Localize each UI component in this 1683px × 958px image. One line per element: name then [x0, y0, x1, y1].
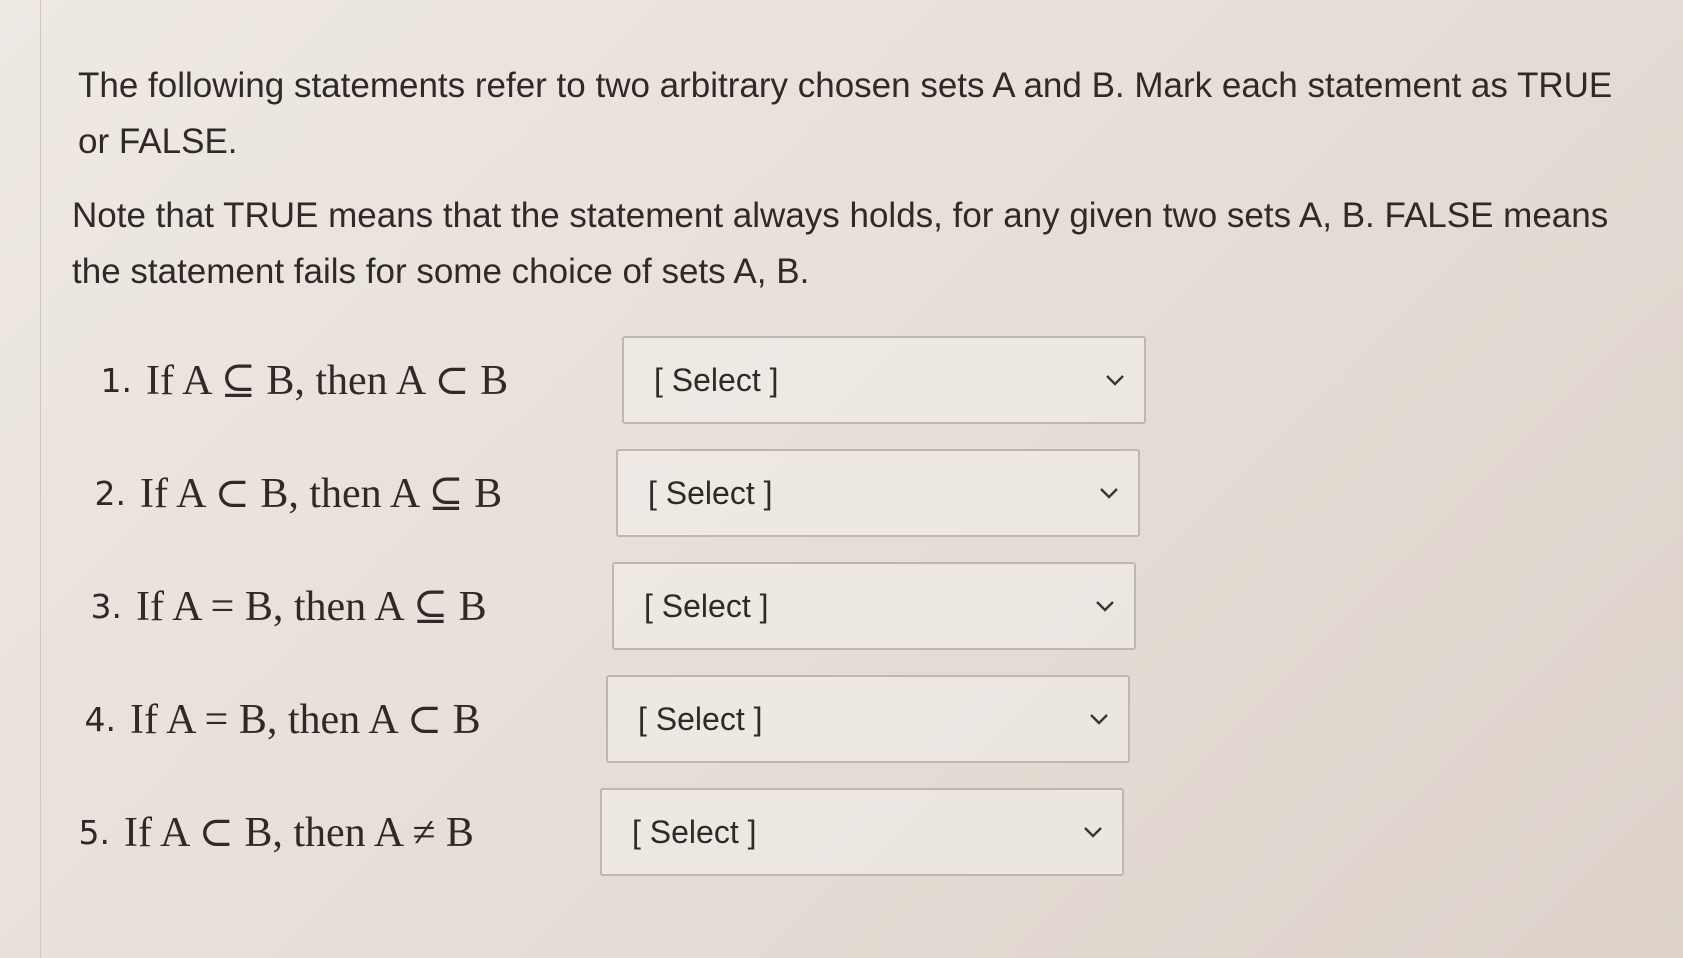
statement-number: 2.: [94, 473, 127, 513]
statement-number: 1.: [100, 360, 133, 400]
select-value: [ Select ]: [654, 361, 779, 398]
chevron-down-icon: [1082, 821, 1104, 843]
statement-list: 1. If A ⊆ B, then A ⊂ B [ Select ] 2. If…: [72, 334, 1632, 878]
select-value: [ Select ]: [638, 700, 763, 737]
statement-item-4: 4. If A = B, then A ⊂ B [ Select ]: [64, 673, 1632, 765]
statement-text: If A ⊂ B, then A ≠ B: [124, 810, 474, 856]
answer-select-1[interactable]: [ Select ]: [622, 336, 1146, 424]
statement-number: 4.: [84, 699, 117, 739]
chevron-down-icon: [1104, 369, 1126, 391]
statement-text: If A ⊆ B, then A ⊂ B: [146, 358, 509, 404]
question-content: The following statements refer to two ar…: [72, 58, 1632, 899]
select-value: [ Select ]: [644, 587, 769, 624]
instructions-text: The following statements refer to two ar…: [78, 66, 1613, 161]
select-value: [ Select ]: [632, 813, 757, 850]
note-text: Note that TRUE means that the statement …: [72, 196, 1609, 291]
answer-select-4[interactable]: [ Select ]: [606, 675, 1130, 763]
statement-number: 5.: [78, 812, 111, 852]
chevron-down-icon: [1088, 708, 1110, 730]
statement-item-3: 3. If A = B, then A ⊆ B [ Select ]: [70, 560, 1632, 652]
statement-number: 3.: [90, 586, 123, 626]
select-value: [ Select ]: [648, 474, 773, 511]
statement-item-2: 2. If A ⊂ B, then A ⊆ B [ Select ]: [74, 447, 1632, 539]
statement-item-1: 1. If A ⊆ B, then A ⊂ B [ Select ]: [80, 334, 1632, 426]
chevron-down-icon: [1094, 595, 1116, 617]
answer-select-2[interactable]: [ Select ]: [616, 449, 1140, 537]
statement-text: If A = B, then A ⊆ B: [136, 584, 487, 630]
statement-item-5: 5. If A ⊂ B, then A ≠ B [ Select ]: [58, 786, 1632, 878]
answer-select-3[interactable]: [ Select ]: [612, 562, 1136, 650]
page-edge: [40, 0, 41, 958]
chevron-down-icon: [1098, 482, 1120, 504]
statement-text: If A ⊂ B, then A ⊆ B: [140, 471, 503, 517]
statement-text: If A = B, then A ⊂ B: [130, 697, 481, 743]
answer-select-5[interactable]: [ Select ]: [600, 788, 1124, 876]
